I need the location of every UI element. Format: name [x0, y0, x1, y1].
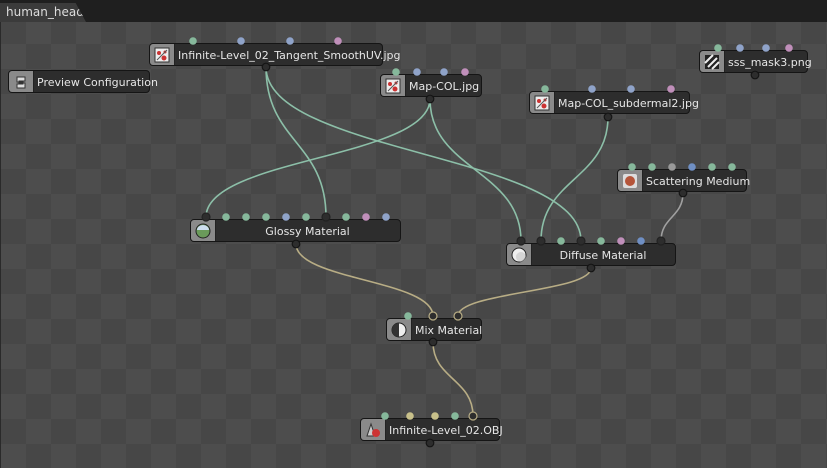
link-mix-to-mesh[interactable] [432, 341, 474, 417]
output-pin[interactable] [678, 188, 688, 198]
link-map_col-to-glossy[interactable] [205, 98, 431, 218]
link-diffuse-to-mix[interactable] [457, 267, 592, 317]
input-pin[interactable] [785, 44, 793, 52]
input-pin[interactable] [222, 213, 230, 221]
input-pin[interactable] [648, 163, 656, 171]
output-pin[interactable] [428, 337, 438, 347]
output-pin[interactable] [586, 263, 596, 273]
input-pin[interactable] [321, 212, 331, 222]
input-pin[interactable] [627, 85, 635, 93]
link-map_sub-to-diffuse[interactable] [540, 116, 609, 242]
input-pin[interactable] [406, 412, 414, 420]
input-pin[interactable] [667, 85, 675, 93]
output-pin[interactable] [291, 239, 301, 249]
input-pin[interactable] [688, 163, 696, 171]
input-pin[interactable] [440, 68, 448, 76]
input-pin[interactable] [382, 213, 390, 221]
input-pin[interactable] [708, 163, 716, 171]
input-pin[interactable] [736, 44, 744, 52]
input-pin[interactable] [617, 237, 625, 245]
input-pin[interactable] [334, 37, 342, 45]
link-glossy-to-mix[interactable] [295, 243, 434, 317]
input-pin[interactable] [762, 44, 770, 52]
input-pin[interactable] [714, 44, 722, 52]
input-pin[interactable] [381, 412, 389, 420]
input-pin[interactable] [392, 68, 400, 76]
input-pin[interactable] [468, 411, 478, 421]
input-pin[interactable] [728, 163, 736, 171]
input-pin[interactable] [557, 237, 565, 245]
link-tex_tangent-to-diffuse[interactable] [265, 66, 582, 242]
input-pin[interactable] [668, 163, 676, 171]
input-pin[interactable] [237, 37, 245, 45]
input-pin[interactable] [451, 412, 459, 420]
input-pin[interactable] [286, 37, 294, 45]
input-pin[interactable] [404, 312, 412, 320]
link-map_col-to-diffuse[interactable] [429, 98, 522, 242]
input-pin[interactable] [453, 311, 463, 321]
input-pin[interactable] [428, 311, 438, 321]
input-pin[interactable] [242, 213, 250, 221]
input-pin[interactable] [282, 213, 290, 221]
input-pin[interactable] [342, 213, 350, 221]
input-pin[interactable] [637, 237, 645, 245]
input-pin[interactable] [597, 237, 605, 245]
input-pin[interactable] [576, 236, 586, 246]
output-pin[interactable] [750, 70, 760, 80]
input-pin[interactable] [541, 85, 549, 93]
output-pin[interactable] [261, 62, 271, 72]
input-pin[interactable] [536, 236, 546, 246]
input-pin[interactable] [461, 68, 469, 76]
input-pin[interactable] [262, 213, 270, 221]
input-pin[interactable] [431, 412, 439, 420]
input-pin[interactable] [189, 37, 197, 45]
link-scatter-to-diffuse[interactable] [660, 192, 684, 242]
input-pin[interactable] [516, 236, 526, 246]
input-pin[interactable] [656, 236, 666, 246]
output-pin[interactable] [603, 112, 613, 122]
input-pin[interactable] [362, 213, 370, 221]
output-pin[interactable] [425, 94, 435, 104]
input-pin[interactable] [628, 163, 636, 171]
input-pin[interactable] [588, 85, 596, 93]
node-links [189, 37, 793, 448]
input-pin[interactable] [201, 212, 211, 222]
output-pin[interactable] [425, 438, 435, 448]
input-pin[interactable] [413, 68, 421, 76]
input-pin[interactable] [302, 213, 310, 221]
